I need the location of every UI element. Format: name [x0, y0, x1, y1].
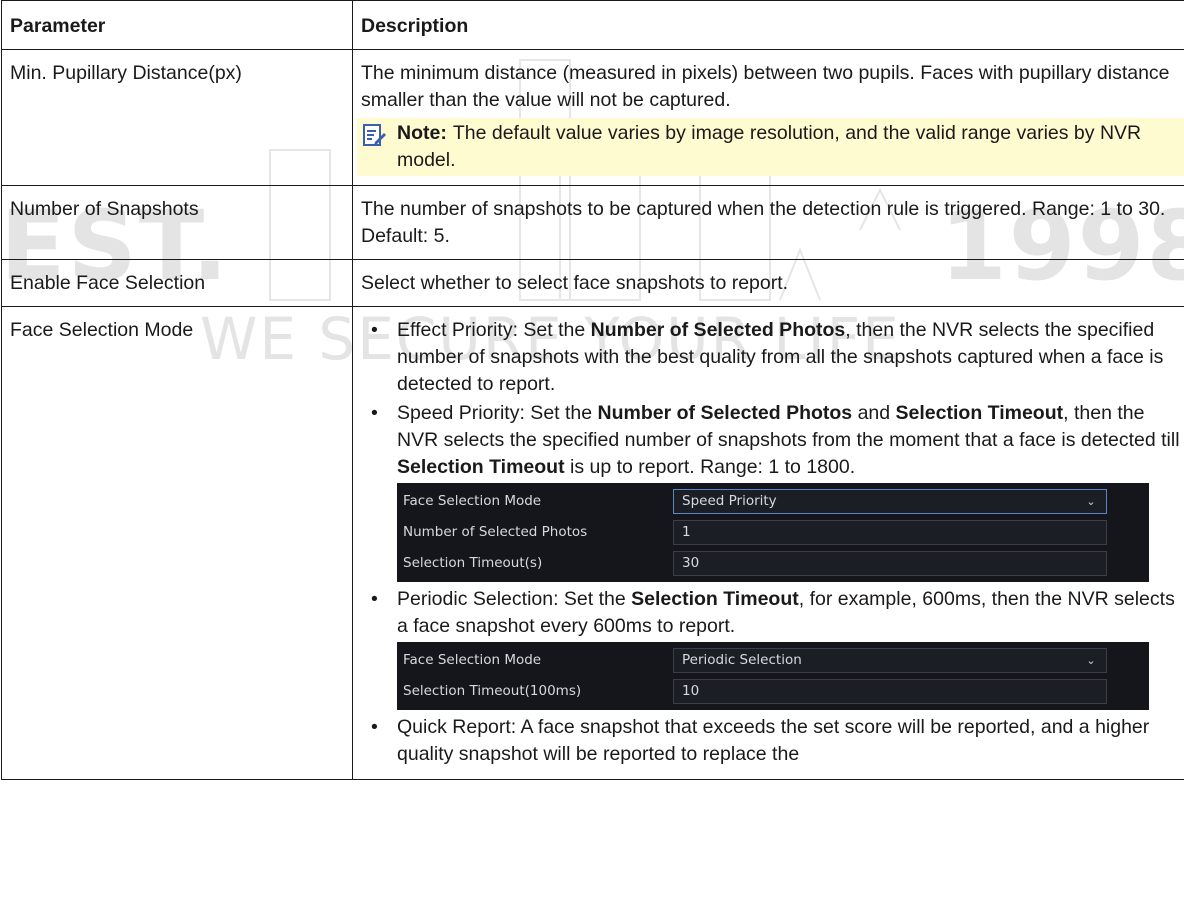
face-selection-mode-select[interactable]: Speed Priority ⌄ — [673, 489, 1107, 514]
bold-term: Selection Timeout — [895, 402, 1064, 424]
note-text: The default value varies by image resolu… — [397, 122, 1142, 171]
note-icon — [363, 124, 386, 146]
setting-label: Selection Timeout(s) — [403, 555, 543, 571]
header-description: Description — [352, 0, 1184, 50]
param-cell: Min. Pupillary Distance(px) — [1, 49, 353, 186]
select-value: Speed Priority — [682, 493, 777, 509]
param-cell: Enable Face Selection — [1, 259, 353, 307]
list-item-effect-priority: Effect Priority: Set the Number of Selec… — [361, 317, 1184, 398]
text-segment: and — [852, 402, 896, 424]
setting-row: Number of Selected Photos 1 — [397, 517, 1149, 548]
bold-term: Selection Timeout — [397, 456, 565, 478]
desc-cell: Select whether to select face snapshots … — [352, 259, 1184, 307]
setting-row: Selection Timeout(100ms) 10 — [397, 676, 1149, 707]
chevron-down-icon: ⌄ — [1086, 654, 1096, 667]
face-selection-mode-select[interactable]: Periodic Selection ⌄ — [673, 648, 1107, 673]
table-row: Enable Face Selection Select whether to … — [1, 259, 1184, 307]
bold-term: Selection Timeout — [631, 588, 799, 610]
table-row: Min. Pupillary Distance(px) The minimum … — [1, 49, 1184, 186]
table-row: Face Selection Mode Effect Priority: Set… — [1, 306, 1184, 780]
text-segment: Periodic Selection: Set the — [397, 588, 632, 610]
input-value: 1 — [682, 524, 691, 540]
list-item-speed-priority: Speed Priority: Set the Number of Select… — [361, 400, 1184, 582]
speed-priority-settings-screenshot: Face Selection Mode Speed Priority ⌄ Numb… — [397, 483, 1149, 582]
setting-row: Selection Timeout(s) 30 — [397, 548, 1149, 579]
parameter-table: Parameter Description Min. Pupillary Dis… — [1, 0, 1184, 780]
bold-term: Number of Selected Photos — [590, 319, 846, 341]
selection-timeout-input[interactable]: 30 — [673, 551, 1107, 576]
table-row: Number of Snapshots The number of snapsh… — [1, 185, 1184, 260]
select-value: Periodic Selection — [682, 652, 802, 668]
setting-label: Face Selection Mode — [403, 652, 542, 668]
desc-cell: Effect Priority: Set the Number of Selec… — [352, 306, 1184, 780]
note-box: Note: The default value varies by image r… — [357, 118, 1184, 176]
list-item-quick-report: Quick Report: A face snapshot that excee… — [361, 714, 1184, 768]
text-segment: is up to report. Range: 1 to 1800. — [564, 456, 856, 478]
selection-timeout-input[interactable]: 10 — [673, 679, 1107, 704]
bold-term: Number of Selected Photos — [597, 402, 853, 424]
desc-cell: The minimum distance (measured in pixels… — [352, 49, 1184, 186]
input-value: 30 — [682, 555, 700, 571]
desc-text: The minimum distance (measured in pixels… — [361, 62, 1170, 111]
setting-row: Face Selection Mode Speed Priority ⌄ — [397, 486, 1149, 517]
note-label: Note: — [397, 122, 447, 144]
selected-photos-input[interactable]: 1 — [673, 520, 1107, 545]
header-parameter: Parameter — [1, 0, 353, 50]
list-item-periodic-selection: Periodic Selection: Set the Selection Ti… — [361, 586, 1184, 710]
param-cell: Number of Snapshots — [1, 185, 353, 260]
table-header-row: Parameter Description — [1, 0, 1184, 50]
text-segment: Effect Priority: Set the — [397, 319, 591, 341]
note-content: Note: The default value varies by image r… — [397, 120, 1184, 174]
desc-cell: The number of snapshots to be captured w… — [352, 185, 1184, 260]
input-value: 10 — [682, 683, 700, 699]
setting-label: Face Selection Mode — [403, 493, 542, 509]
chevron-down-icon: ⌄ — [1086, 495, 1096, 508]
param-cell: Face Selection Mode — [1, 306, 353, 780]
setting-label: Number of Selected Photos — [403, 524, 588, 540]
setting-label: Selection Timeout(100ms) — [403, 683, 582, 699]
periodic-selection-settings-screenshot: Face Selection Mode Periodic Selection ⌄ … — [397, 642, 1149, 710]
text-segment: Speed Priority: Set the — [397, 402, 598, 424]
setting-row: Face Selection Mode Periodic Selection ⌄ — [397, 645, 1149, 676]
mode-list: Effect Priority: Set the Number of Selec… — [361, 317, 1184, 768]
